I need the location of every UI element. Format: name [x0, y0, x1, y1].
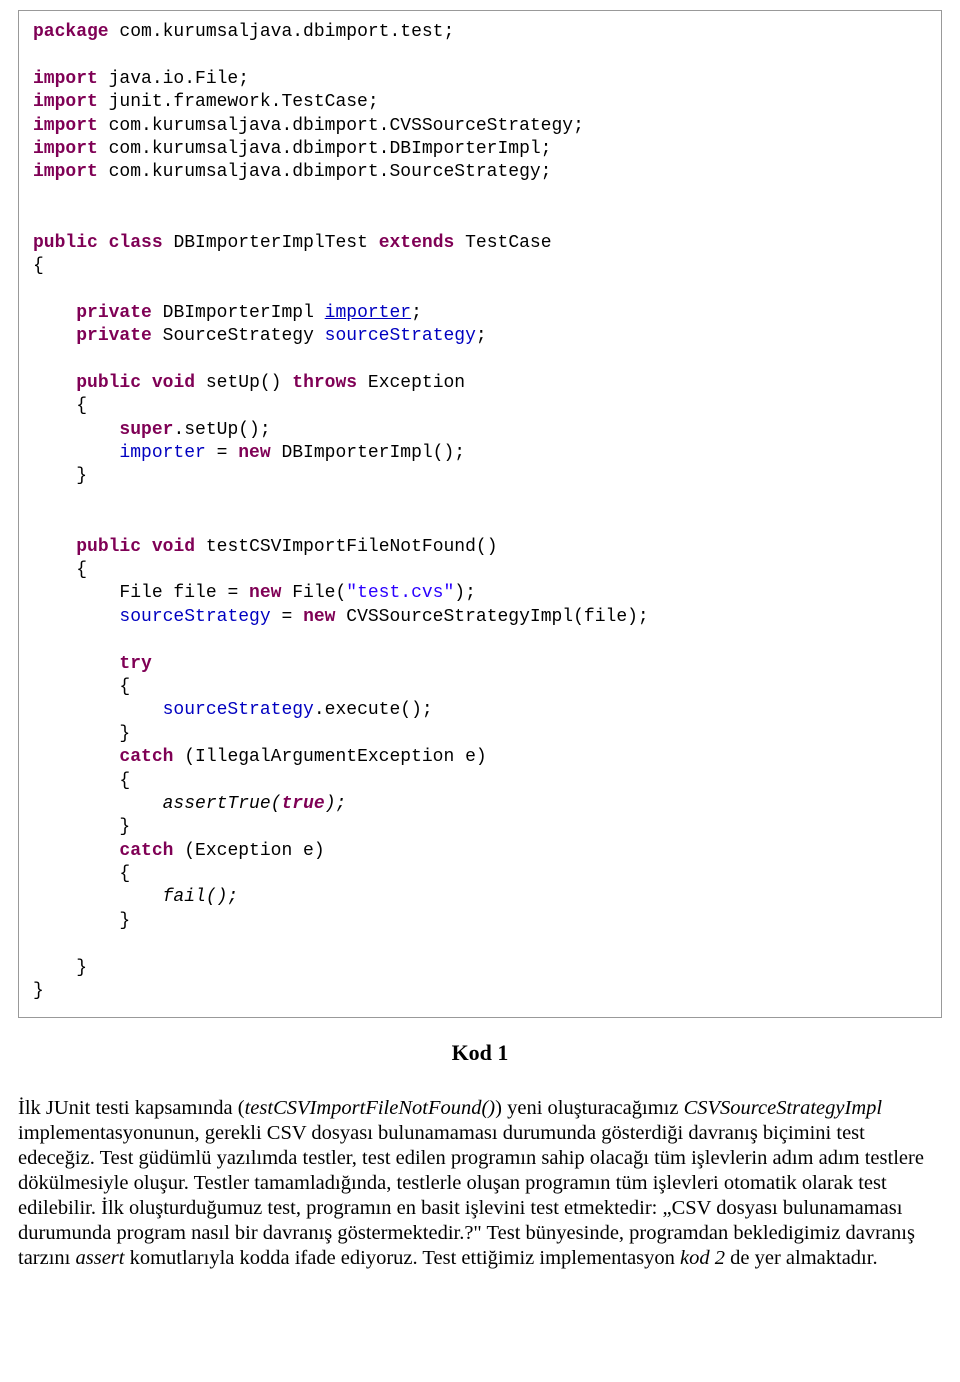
field-type: SourceStrategy	[152, 326, 325, 346]
keyword-try: try	[119, 654, 151, 674]
file-decl: File file =	[119, 583, 249, 603]
keyword-catch: catch	[119, 747, 173, 767]
italic-text: testCSVImportFileNotFound()	[245, 1097, 496, 1119]
exception-type: Exception	[357, 373, 465, 393]
keyword-import: import	[33, 69, 98, 89]
keyword-extends: extends	[379, 233, 455, 253]
keyword-super: super	[119, 420, 173, 440]
method-sig: testCSVImportFileNotFound()	[195, 537, 497, 557]
assert-call: assertTrue	[163, 794, 271, 814]
field-ref: sourceStrategy	[119, 607, 270, 627]
text: İlk JUnit testi kapsamında (	[18, 1097, 245, 1119]
italic-text: CSVSourceStrategyImpl	[684, 1097, 883, 1119]
catch-sig: (IllegalArgumentException e)	[173, 747, 486, 767]
fail-call: fail();	[163, 887, 239, 907]
keyword-catch: catch	[119, 841, 173, 861]
keyword-import: import	[33, 116, 98, 136]
keyword-private: private	[76, 326, 152, 346]
package-name: com.kurumsaljava.dbimport.test;	[109, 22, 455, 42]
field-ref: sourceStrategy	[163, 700, 314, 720]
keyword-import: import	[33, 162, 98, 182]
keyword-throws: throws	[292, 373, 357, 393]
keyword-public: public	[76, 537, 141, 557]
field-ref: importer	[119, 443, 205, 463]
method-sig: setUp()	[195, 373, 292, 393]
import-line: junit.framework.TestCase;	[98, 92, 379, 112]
keyword-package: package	[33, 22, 109, 42]
text: ) yeni oluşturacağımız	[495, 1097, 683, 1119]
field-name: importer	[325, 303, 411, 323]
code-block: package com.kurumsaljava.dbimport.test; …	[18, 10, 942, 1018]
import-line: java.io.File;	[98, 69, 249, 89]
keyword-import: import	[33, 139, 98, 159]
field-type: DBImporterImpl	[152, 303, 325, 323]
string-literal: "test.cvs"	[346, 583, 454, 603]
keyword-public: public	[76, 373, 141, 393]
field-name: sourceStrategy	[325, 326, 476, 346]
ctor: DBImporterImpl();	[271, 443, 465, 463]
italic-text: kod 2	[680, 1247, 725, 1269]
keyword-new: new	[238, 443, 270, 463]
italic-text: assert	[76, 1247, 125, 1269]
text: komutlarıyla kodda ifade ediyoruz. Test …	[124, 1247, 680, 1269]
keyword-new: new	[303, 607, 335, 627]
import-line: com.kurumsaljava.dbimport.SourceStrategy…	[98, 162, 552, 182]
keyword-private: private	[76, 303, 152, 323]
keyword-void: void	[152, 537, 195, 557]
keyword-import: import	[33, 92, 98, 112]
import-line: com.kurumsaljava.dbimport.DBImporterImpl…	[98, 139, 552, 159]
keyword-public: public	[33, 233, 98, 253]
text: de yer almaktadır.	[725, 1247, 878, 1269]
super-call: .setUp();	[173, 420, 270, 440]
class-name: DBImporterImplTest	[163, 233, 379, 253]
keyword-true: true	[281, 794, 324, 814]
code-caption: Kod 1	[0, 1040, 960, 1066]
exec-call: .execute();	[314, 700, 433, 720]
ctor: CVSSourceStrategyImpl(file);	[335, 607, 648, 627]
catch-sig: (Exception e)	[173, 841, 324, 861]
super-type: TestCase	[454, 233, 551, 253]
keyword-class: class	[109, 233, 163, 253]
keyword-void: void	[152, 373, 195, 393]
assign-eq: =	[206, 443, 238, 463]
assign-eq: =	[271, 607, 303, 627]
keyword-new: new	[249, 583, 281, 603]
import-line: com.kurumsaljava.dbimport.CVSSourceStrat…	[98, 116, 584, 136]
paren-close: );	[454, 583, 476, 603]
file-ctor: File(	[281, 583, 346, 603]
body-paragraph: İlk JUnit testi kapsamında (testCSVImpor…	[18, 1096, 942, 1271]
